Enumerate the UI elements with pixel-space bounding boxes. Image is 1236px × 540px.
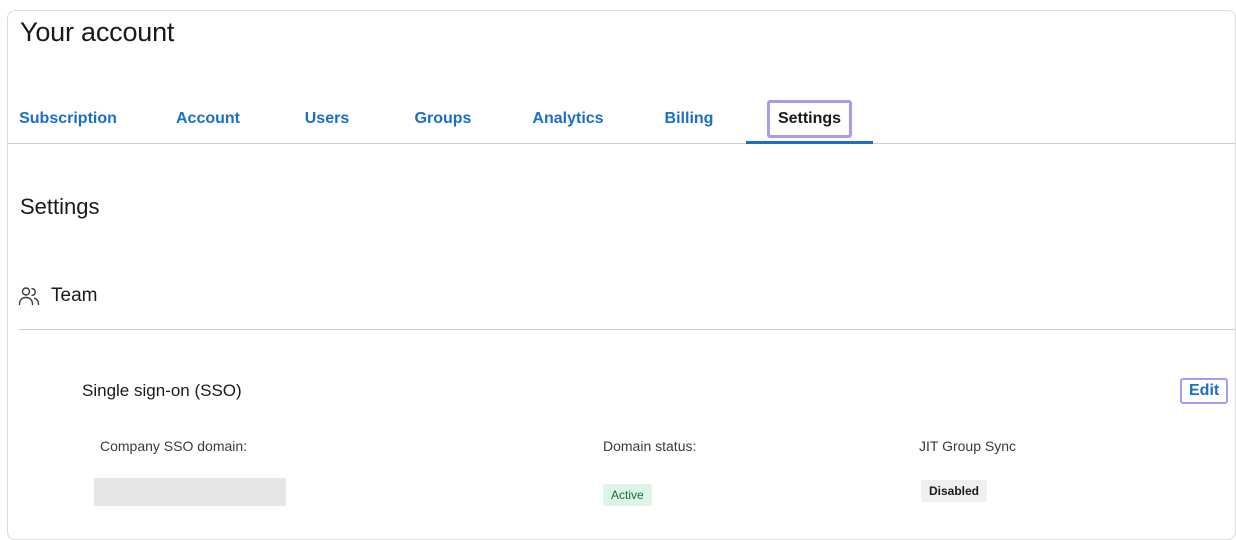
status-badge-active: Active: [603, 484, 652, 506]
edit-button[interactable]: Edit: [1180, 378, 1229, 404]
jit-group-sync-label: JIT Group Sync: [919, 438, 1017, 454]
tab-billing[interactable]: Billing: [648, 93, 730, 144]
tab-analytics[interactable]: Analytics: [518, 93, 618, 144]
tab-label: Groups: [414, 109, 472, 127]
tab-label: Settings: [766, 99, 853, 138]
sso-domain-label: Company SSO domain:: [100, 438, 248, 454]
tab-bar: Subscription Account Users Groups Analyt…: [8, 93, 1235, 144]
users-icon: [18, 285, 40, 307]
divider: [19, 329, 1235, 330]
section-title: Settings: [20, 194, 100, 219]
tab-settings[interactable]: Settings: [746, 93, 873, 144]
tab-label: Billing: [664, 109, 714, 127]
team-header: Team: [18, 281, 97, 311]
team-title: Team: [51, 285, 98, 306]
tab-label: Users: [304, 109, 350, 127]
page-title: Your account: [20, 17, 175, 47]
tab-groups[interactable]: Groups: [398, 93, 488, 144]
status-badge-disabled: Disabled: [921, 480, 988, 502]
tab-account[interactable]: Account: [158, 93, 258, 144]
account-card: Your account Subscription Account Users …: [7, 10, 1236, 540]
tab-label: Subscription: [19, 109, 117, 127]
tab-subscription[interactable]: Subscription: [8, 93, 128, 144]
redacted-sso-domain-value: [94, 478, 286, 506]
domain-status-label: Domain status:: [603, 438, 697, 454]
sso-title: Single sign-on (SSO): [82, 381, 242, 400]
tab-label: Account: [176, 109, 240, 127]
tab-label: Analytics: [532, 109, 604, 127]
tab-users[interactable]: Users: [288, 93, 366, 144]
